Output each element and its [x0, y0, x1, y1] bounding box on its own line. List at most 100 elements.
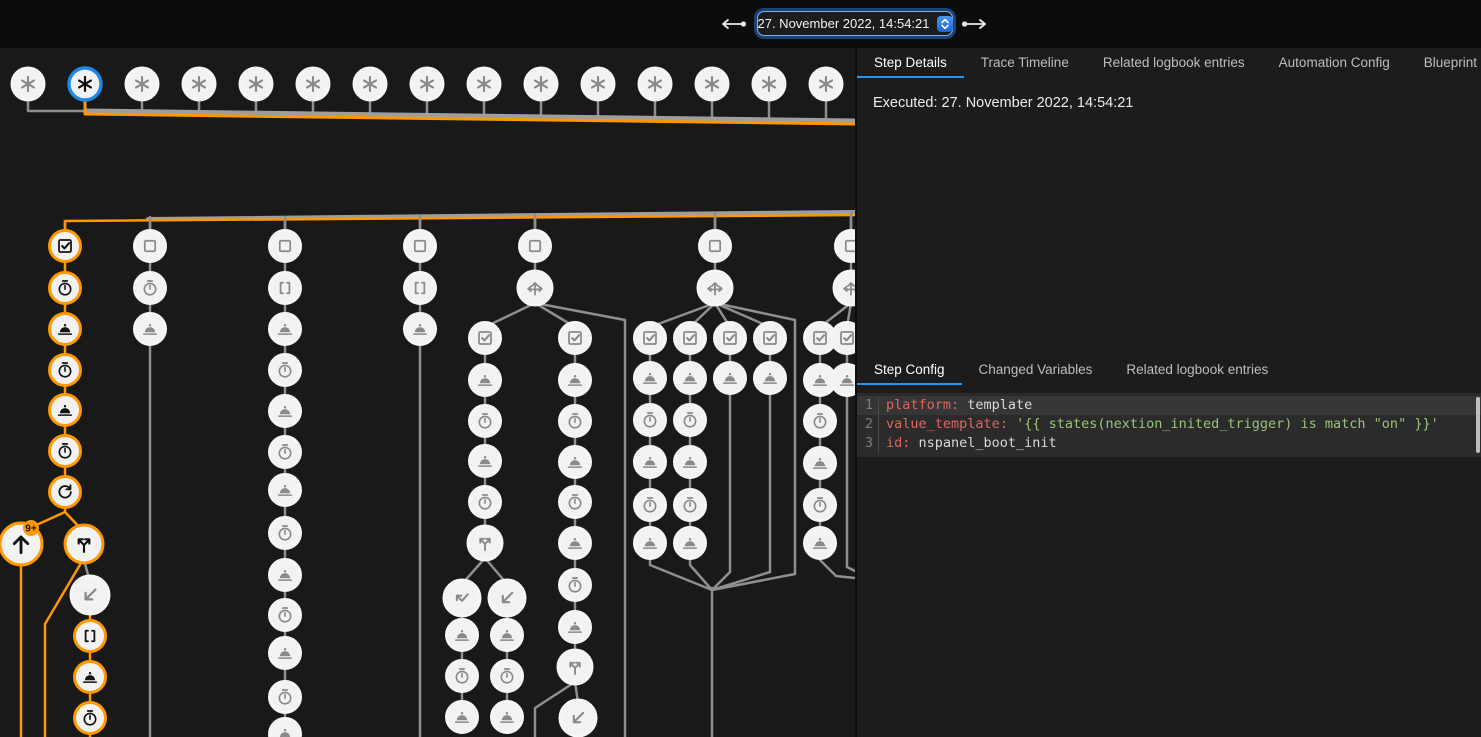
- tab-related-logbook[interactable]: Related logbook entries: [1086, 48, 1262, 78]
- node-asterisk-icon[interactable]: [468, 68, 500, 100]
- node-arrowBL-icon[interactable]: [560, 700, 596, 736]
- node-asterisk-icon[interactable]: [183, 68, 215, 100]
- node-missed-icon[interactable]: [444, 580, 480, 616]
- node-arrowBL-icon[interactable]: [489, 580, 525, 616]
- node-brackets-icon[interactable]: [270, 273, 301, 304]
- node-timer-icon[interactable]: [635, 405, 666, 436]
- node-service-icon[interactable]: [75, 662, 106, 693]
- node-asterisk-icon[interactable]: [525, 68, 557, 100]
- node-timer-icon[interactable]: [270, 355, 301, 386]
- node-timer-icon[interactable]: [805, 490, 836, 521]
- node-service-icon[interactable]: [805, 528, 836, 559]
- node-timer-icon[interactable]: [560, 570, 591, 601]
- node-checkM-icon[interactable]: [50, 231, 81, 262]
- node-timer-icon[interactable]: [50, 355, 81, 386]
- node-timer-icon[interactable]: [560, 406, 591, 437]
- node-service-icon[interactable]: [755, 363, 786, 394]
- node-timer-icon[interactable]: [470, 487, 501, 518]
- node-checkM-icon[interactable]: [675, 323, 706, 354]
- node-asterisk-icon[interactable]: [411, 68, 443, 100]
- node-checkM-icon[interactable]: [560, 323, 591, 354]
- editor-scrollbar[interactable]: [1476, 397, 1480, 453]
- node-service-icon[interactable]: [832, 365, 856, 396]
- node-service-icon[interactable]: [675, 447, 706, 478]
- node-checkB-icon[interactable]: [836, 231, 856, 262]
- tab-trace-timeline[interactable]: Trace Timeline: [964, 48, 1086, 78]
- tab-blueprint-config[interactable]: Blueprint Config: [1407, 48, 1481, 78]
- node-decision-icon[interactable]: [698, 271, 732, 305]
- node-service-icon[interactable]: [447, 702, 478, 733]
- node-brackets-icon[interactable]: [75, 621, 106, 652]
- node-service-icon[interactable]: [405, 314, 436, 345]
- node-service-icon[interactable]: [492, 702, 523, 733]
- node-service-icon[interactable]: [270, 638, 301, 669]
- node-asterisk-icon[interactable]: [639, 68, 671, 100]
- node-service-icon[interactable]: [675, 528, 706, 559]
- node-split-icon[interactable]: [65, 525, 103, 563]
- node-asterisk-icon[interactable]: [582, 68, 614, 100]
- node-service-icon[interactable]: [635, 363, 666, 394]
- tab-automation-config[interactable]: Automation Config: [1262, 48, 1407, 78]
- node-split-icon[interactable]: [468, 526, 502, 560]
- yaml-editor[interactable]: 1 platform: template 2 value_template: '…: [857, 393, 1481, 457]
- node-timer-icon[interactable]: [270, 437, 301, 468]
- node-service-icon[interactable]: [675, 363, 706, 394]
- node-asterisk-icon[interactable]: [69, 68, 101, 100]
- node-decision-icon[interactable]: [834, 271, 855, 305]
- tab-step-details[interactable]: Step Details: [857, 48, 964, 78]
- node-checkB-icon[interactable]: [520, 231, 551, 262]
- node-checkM-icon[interactable]: [755, 323, 786, 354]
- node-timer-icon[interactable]: [675, 490, 706, 521]
- node-service-icon[interactable]: [270, 396, 301, 427]
- node-service-icon[interactable]: [560, 365, 591, 396]
- node-refresh-icon[interactable]: [50, 477, 81, 508]
- node-asterisk-icon[interactable]: [810, 68, 842, 100]
- node-checkM-icon[interactable]: [832, 323, 856, 354]
- node-service-icon[interactable]: [50, 395, 81, 426]
- node-checkB-icon[interactable]: [270, 231, 301, 262]
- node-asterisk-icon[interactable]: [297, 68, 329, 100]
- node-timer-icon[interactable]: [50, 273, 81, 304]
- node-timer-icon[interactable]: [50, 436, 81, 467]
- node-service-icon[interactable]: [270, 719, 301, 737]
- node-service-icon[interactable]: [560, 528, 591, 559]
- node-service-icon[interactable]: [470, 365, 501, 396]
- next-run-button[interactable]: [959, 12, 989, 36]
- node-asterisk-icon[interactable]: [12, 68, 44, 100]
- node-timer-icon[interactable]: [492, 661, 523, 692]
- node-timer-icon[interactable]: [135, 273, 166, 304]
- node-decision-icon[interactable]: [518, 271, 552, 305]
- node-service-icon[interactable]: [135, 314, 166, 345]
- node-timer-icon[interactable]: [635, 490, 666, 521]
- node-asterisk-icon[interactable]: [126, 68, 158, 100]
- node-timer-icon[interactable]: [75, 703, 106, 734]
- node-service-icon[interactable]: [447, 620, 478, 651]
- node-timer-icon[interactable]: [675, 405, 706, 436]
- tab-step-config[interactable]: Step Config: [857, 355, 962, 385]
- node-checkB-icon[interactable]: [405, 231, 436, 262]
- node-timer-icon[interactable]: [447, 661, 478, 692]
- node-arrowBL-icon[interactable]: [71, 576, 109, 614]
- node-brackets-icon[interactable]: [405, 273, 436, 304]
- node-checkB-icon[interactable]: [135, 231, 166, 262]
- node-service-icon[interactable]: [560, 612, 591, 643]
- node-service-icon[interactable]: [270, 314, 301, 345]
- node-checkM-icon[interactable]: [470, 323, 501, 354]
- node-service-icon[interactable]: [270, 560, 301, 591]
- node-checkM-icon[interactable]: [715, 323, 746, 354]
- node-service-icon[interactable]: [470, 446, 501, 477]
- trace-run-selector[interactable]: 27. November 2022, 14:54:21: [757, 11, 953, 36]
- node-asterisk-icon[interactable]: [696, 68, 728, 100]
- node-timer-icon[interactable]: [270, 682, 301, 713]
- node-asterisk-icon[interactable]: [753, 68, 785, 100]
- node-timer-icon[interactable]: [270, 600, 301, 631]
- node-asterisk-icon[interactable]: [354, 68, 386, 100]
- node-timer-icon[interactable]: [470, 406, 501, 437]
- node-service-icon[interactable]: [635, 528, 666, 559]
- node-timer-icon[interactable]: [270, 518, 301, 549]
- node-service-icon[interactable]: [805, 448, 836, 479]
- tab-changed-variables[interactable]: Changed Variables: [962, 355, 1110, 385]
- node-service-icon[interactable]: [270, 475, 301, 506]
- node-service-icon[interactable]: [715, 363, 746, 394]
- node-service-icon[interactable]: [50, 314, 81, 345]
